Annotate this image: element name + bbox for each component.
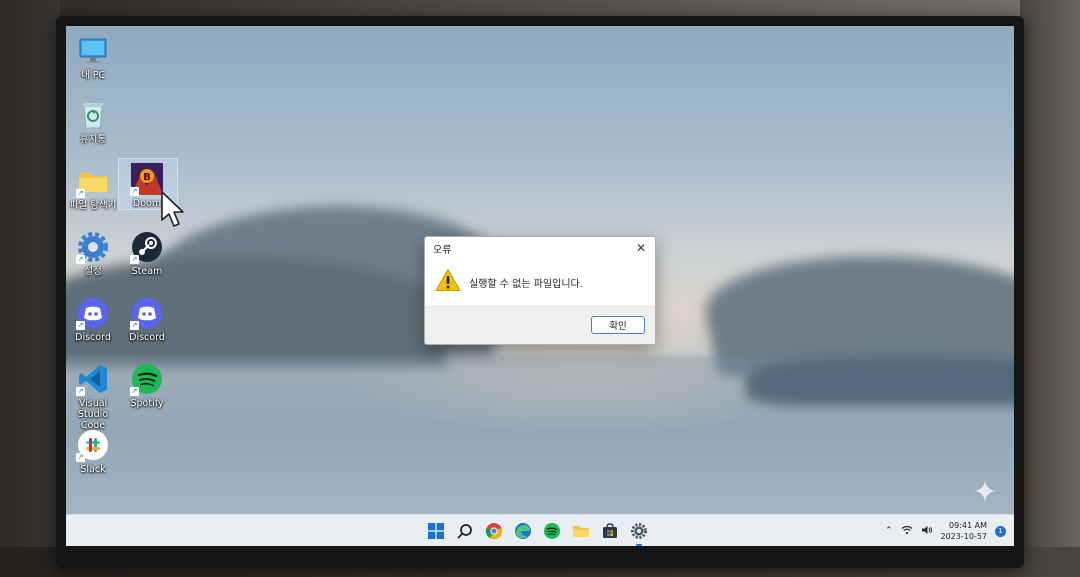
wallpaper-island xyxy=(746,356,1014,406)
recycle-bin-icon xyxy=(76,98,110,132)
shortcut-arrow-icon: ↗ xyxy=(130,255,139,264)
shortcut-arrow-icon: ↗ xyxy=(130,321,139,330)
desktop-icon-recycle-bin[interactable]: 휴지통 xyxy=(66,98,121,145)
desktop-icon-file-explorer[interactable]: ↗ 파일 탐색기 xyxy=(66,164,121,211)
search-icon[interactable] xyxy=(455,521,475,541)
store-icon[interactable] xyxy=(600,521,620,541)
shortcut-arrow-icon: ↗ xyxy=(76,321,85,330)
clock-time: 09:41 AM xyxy=(949,521,987,530)
desktop-icon-discord-2[interactable]: ↗ Discord xyxy=(119,296,175,343)
settings-icon[interactable] xyxy=(629,521,649,546)
desktop-icon-spotify[interactable]: ↗ Spotify xyxy=(119,362,175,409)
ok-button[interactable]: 확인 xyxy=(591,316,645,334)
spotify-icon: ↗ xyxy=(130,362,164,396)
shortcut-arrow-icon: ↗ xyxy=(76,255,85,264)
vscode-icon: ↗ xyxy=(76,362,110,396)
gear-icon: ↗ xyxy=(76,230,110,264)
chrome-icon[interactable] xyxy=(484,521,504,541)
shortcut-arrow-icon: ↗ xyxy=(76,453,85,462)
warning-icon xyxy=(435,268,461,296)
room-background-left xyxy=(0,0,60,577)
desktop-icon-discord[interactable]: ↗ Discord xyxy=(66,296,121,343)
desktop-icon-vscode[interactable]: ↗ Visual Studio Code xyxy=(66,362,121,431)
shortcut-arrow-icon: ↗ xyxy=(76,387,85,396)
desktop-icon-steam[interactable]: ↗ Steam xyxy=(119,230,175,277)
system-tray: ⌃ 09:41 AM 2023-10-57 1 xyxy=(885,515,1006,546)
clock-date: 2023-10-57 xyxy=(940,532,988,541)
taskbar-clock[interactable]: 09:41 AM 2023-10-57 xyxy=(941,520,988,542)
dialog-message: 실행할 수 없는 파일입니다. xyxy=(469,278,583,290)
desktop-icon-settings[interactable]: ↗ 설정 xyxy=(66,230,121,277)
notification-badge[interactable]: 1 xyxy=(995,525,1006,537)
close-icon[interactable]: ✕ xyxy=(633,241,649,255)
sparkle-watermark-icon: ✦ xyxy=(972,475,998,510)
windows-start-icon[interactable] xyxy=(426,521,446,541)
dialog-footer: 확인 xyxy=(425,306,655,344)
shortcut-arrow-icon: ↗ xyxy=(130,187,139,196)
monitor-icon xyxy=(76,34,110,68)
discord-icon: ↗ xyxy=(76,296,110,330)
active-app-indicator xyxy=(636,544,642,546)
slack-icon: ↗ xyxy=(76,428,110,462)
desktop-icon-my-pc[interactable]: 내 PC xyxy=(66,34,121,81)
room-background-right xyxy=(1020,0,1080,577)
error-dialog: 오류 ✕ 실행할 수 없는 파일입니다. 확인 xyxy=(424,236,656,345)
discord-icon: ↗ xyxy=(130,296,164,330)
svg-text:B: B xyxy=(143,172,151,183)
doom-game-icon: B ↗ xyxy=(130,162,164,196)
mouse-cursor-icon xyxy=(161,191,184,227)
taskbar-apps xyxy=(426,515,649,546)
dialog-title: 오류 xyxy=(433,244,452,256)
spotify-icon[interactable] xyxy=(542,521,562,541)
shortcut-arrow-icon: ↗ xyxy=(76,189,85,198)
wifi-icon[interactable] xyxy=(901,525,913,538)
dialog-body: 실행할 수 없는 파일입니다. xyxy=(425,259,655,305)
shortcut-arrow-icon: ↗ xyxy=(130,387,139,396)
file-explorer-icon[interactable] xyxy=(571,521,591,541)
chevron-up-icon[interactable]: ⌃ xyxy=(885,526,893,536)
folder-icon: ↗ xyxy=(76,164,110,198)
steam-icon: ↗ xyxy=(130,230,164,264)
volume-icon[interactable] xyxy=(921,525,933,538)
dialog-titlebar[interactable]: 오류 ✕ xyxy=(425,237,655,259)
taskbar: ⌃ 09:41 AM 2023-10-57 1 xyxy=(66,514,1014,546)
edge-icon[interactable] xyxy=(513,521,533,541)
desktop-icon-slack[interactable]: ↗ Slack xyxy=(66,428,121,475)
